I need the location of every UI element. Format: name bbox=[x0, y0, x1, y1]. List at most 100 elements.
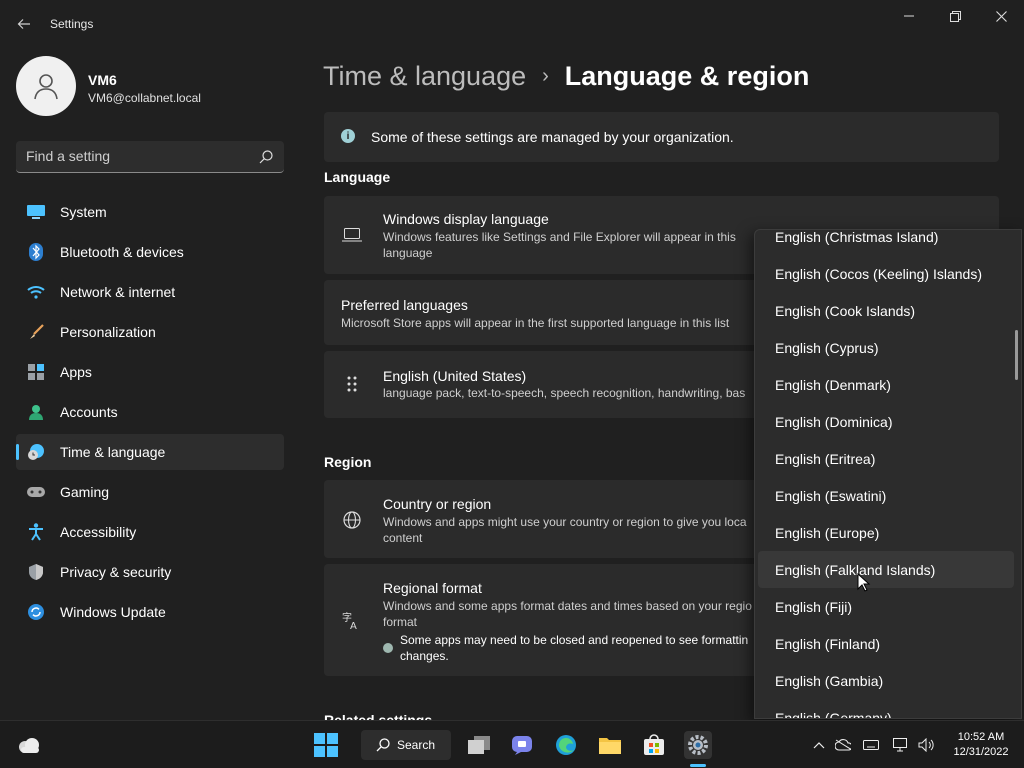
task-view-button[interactable] bbox=[465, 731, 493, 759]
search-icon[interactable] bbox=[258, 149, 274, 165]
page-title: Language & region bbox=[564, 60, 810, 91]
dropdown-option[interactable]: English (Cook Islands) bbox=[758, 292, 1014, 329]
store-button[interactable] bbox=[640, 731, 668, 759]
title-bar: Settings bbox=[0, 0, 1024, 48]
sidebar-item-network[interactable]: Network & internet bbox=[16, 274, 284, 310]
sidebar-item-privacy[interactable]: Privacy & security bbox=[16, 554, 284, 590]
sidebar-item-time-language[interactable]: Time & language bbox=[16, 434, 284, 470]
profile-name: VM6 bbox=[88, 72, 117, 88]
taskbar-search-label: Search bbox=[397, 738, 436, 752]
language-features: language pack, text-to-speech, speech re… bbox=[383, 386, 746, 400]
dropdown-option[interactable]: English (Cocos (Keeling) Islands) bbox=[758, 255, 1014, 292]
org-managed-banner: i Some of these settings are managed by … bbox=[324, 112, 999, 162]
sidebar-item-label: Network & internet bbox=[60, 284, 176, 300]
display-language-title: Windows display language bbox=[383, 211, 549, 227]
sidebar-item-label: Accounts bbox=[60, 404, 118, 420]
update-icon bbox=[26, 602, 46, 622]
start-icon[interactable] bbox=[313, 732, 339, 758]
edge-icon bbox=[556, 735, 576, 755]
breadcrumb-parent[interactable]: Time & language bbox=[323, 61, 526, 92]
sidebar-item-system[interactable]: System bbox=[16, 194, 284, 230]
sidebar-item-accessibility[interactable]: Accessibility bbox=[16, 514, 284, 550]
language-heading: Language bbox=[324, 169, 391, 185]
country-region-subtitle: Windows and apps might use your country … bbox=[383, 515, 747, 545]
volume-icon[interactable] bbox=[918, 737, 934, 753]
dropdown-option[interactable]: English (Cyprus) bbox=[758, 329, 1014, 366]
system-icon bbox=[26, 202, 46, 222]
teams-chat-button[interactable] bbox=[508, 731, 536, 759]
dropdown-option[interactable]: English (Denmark) bbox=[758, 366, 1014, 403]
org-banner-text: Some of these settings are managed by yo… bbox=[371, 129, 734, 145]
file-explorer-icon bbox=[468, 736, 490, 754]
dropdown-option[interactable]: English (Eswatini) bbox=[758, 477, 1014, 514]
clock-time: 10:52 AM bbox=[957, 731, 1005, 743]
info-icon: i bbox=[341, 129, 355, 143]
regional-format-subtitle: Windows and some apps format dates and t… bbox=[383, 599, 752, 629]
onedrive-icon[interactable] bbox=[835, 737, 851, 753]
file-explorer-button[interactable] bbox=[596, 731, 624, 759]
sidebar-item-personalization[interactable]: Personalization bbox=[16, 314, 284, 350]
sidebar-item-label: Personalization bbox=[60, 324, 156, 340]
edge-button[interactable] bbox=[552, 731, 580, 759]
search-input[interactable] bbox=[16, 141, 252, 171]
network-icon bbox=[26, 282, 46, 302]
user-profile[interactable]: VM6 VM6@collabnet.local bbox=[16, 56, 276, 118]
app-title: Settings bbox=[50, 17, 94, 31]
avatar bbox=[16, 56, 76, 116]
close-button[interactable] bbox=[978, 0, 1024, 32]
sidebar-item-bluetooth[interactable]: Bluetooth & devices bbox=[16, 234, 284, 270]
sidebar-nav: System Bluetooth & devices Network & int… bbox=[16, 194, 284, 634]
chevron-up-icon[interactable] bbox=[811, 737, 827, 753]
dropdown-option[interactable]: English (Europe) bbox=[758, 514, 1014, 551]
country-region-title: Country or region bbox=[383, 496, 492, 512]
back-arrow-icon bbox=[17, 19, 30, 29]
region-heading: Region bbox=[324, 454, 372, 470]
globe-icon bbox=[341, 509, 363, 531]
sidebar-item-label: System bbox=[60, 204, 107, 220]
dropdown-option[interactable]: English (Christmas Island) bbox=[758, 230, 1014, 255]
weather-icon[interactable] bbox=[16, 733, 42, 757]
preferred-languages-title: Preferred languages bbox=[341, 297, 468, 313]
dropdown-option[interactable]: English (Eritrea) bbox=[758, 440, 1014, 477]
dropdown-scrollbar[interactable] bbox=[1015, 330, 1018, 380]
keyboard-icon[interactable] bbox=[863, 737, 879, 753]
related-settings-heading: Related settings bbox=[324, 712, 433, 720]
bluetooth-icon bbox=[26, 242, 46, 262]
sidebar-item-label: Time & language bbox=[60, 444, 166, 460]
sidebar-item-label: Bluetooth & devices bbox=[60, 244, 184, 260]
accounts-icon bbox=[26, 402, 46, 422]
sidebar-item-accounts[interactable]: Accounts bbox=[16, 394, 284, 430]
taskbar-search-button[interactable]: Search bbox=[361, 730, 451, 760]
restore-icon bbox=[949, 10, 961, 22]
sidebar-item-label: Windows Update bbox=[60, 604, 166, 620]
dropdown-option[interactable]: English (Falkland Islands) bbox=[758, 551, 1014, 588]
sidebar-item-apps[interactable]: Apps bbox=[16, 354, 284, 390]
system-clock[interactable]: 10:52 AM 12/31/2022 bbox=[950, 730, 1012, 760]
language-dropdown-list[interactable]: English (Christmas Island) English (Cocos… bbox=[754, 229, 1022, 719]
store-icon bbox=[644, 734, 664, 755]
back-button[interactable] bbox=[10, 10, 38, 38]
display-language-subtitle: Windows features like Settings and File … bbox=[383, 230, 736, 260]
dropdown-option[interactable]: English (Fiji) bbox=[758, 588, 1014, 625]
sidebar-item-label: Apps bbox=[60, 364, 92, 380]
settings-button[interactable] bbox=[684, 731, 712, 759]
dropdown-option[interactable]: English (Finland) bbox=[758, 625, 1014, 662]
dropdown-option[interactable]: English (Germany) bbox=[758, 699, 1014, 719]
gaming-icon bbox=[26, 482, 46, 502]
network-icon[interactable] bbox=[893, 737, 909, 753]
active-app-indicator bbox=[690, 764, 706, 767]
shield-icon bbox=[26, 562, 46, 582]
drag-handle-icon[interactable] bbox=[341, 373, 363, 395]
dropdown-option[interactable]: English (Gambia) bbox=[758, 662, 1014, 699]
sidebar-item-windows-update[interactable]: Windows Update bbox=[16, 594, 284, 630]
maximize-button[interactable] bbox=[932, 0, 978, 32]
sidebar-item-gaming[interactable]: Gaming bbox=[16, 474, 284, 510]
apps-icon bbox=[26, 362, 46, 382]
dropdown-items: English (Christmas Island) English (Cocos… bbox=[755, 230, 1017, 719]
minimize-button[interactable] bbox=[886, 0, 932, 32]
dropdown-option[interactable]: English (Dominica) bbox=[758, 403, 1014, 440]
language-name: English (United States) bbox=[383, 368, 527, 384]
accessibility-icon bbox=[26, 522, 46, 542]
info-icon bbox=[383, 643, 393, 653]
sidebar-item-label: Accessibility bbox=[60, 524, 137, 540]
